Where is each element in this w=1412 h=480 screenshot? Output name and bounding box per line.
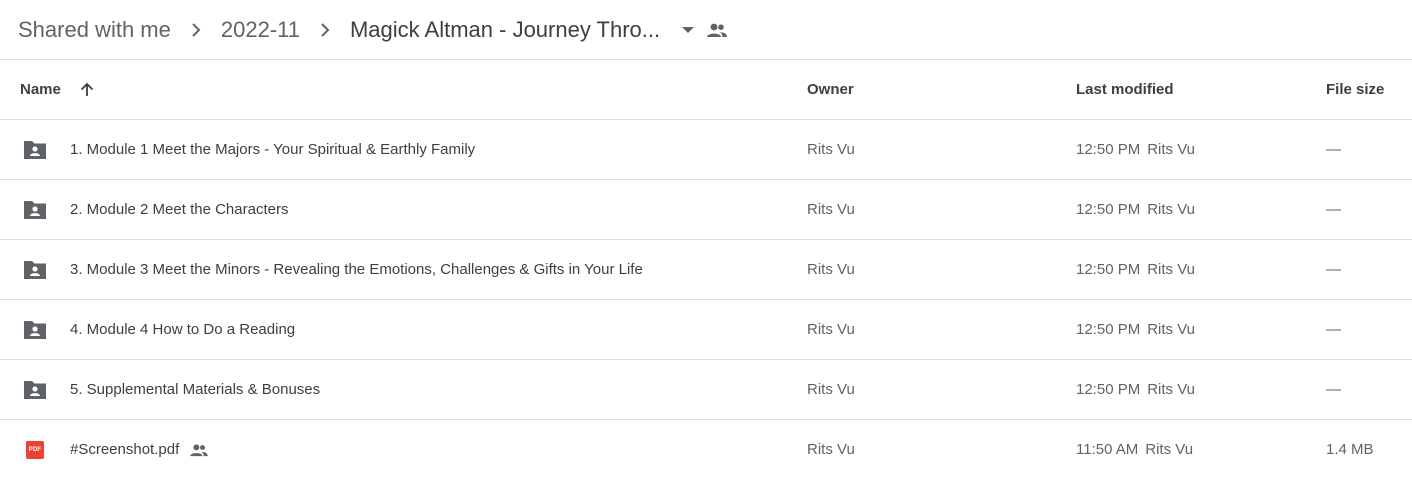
modified-by: Rits Vu — [1147, 261, 1196, 278]
table-row[interactable]: 2. Module 2 Meet the Characters Rits Vu … — [0, 180, 1412, 240]
table-row[interactable]: 1. Module 1 Meet the Majors - Your Spiri… — [0, 120, 1412, 180]
column-header-file-size[interactable]: File size — [1326, 60, 1384, 119]
column-header-name[interactable]: Name — [20, 60, 95, 119]
modified-time: 12:50 PM — [1076, 321, 1141, 338]
shared-folder-people-icon — [706, 22, 728, 38]
owner: Rits Vu — [807, 261, 855, 278]
shared-folder-icon — [22, 377, 48, 403]
pdf-icon: PDF — [22, 437, 48, 463]
breadcrumb-2022-11[interactable]: 2022-11 — [221, 13, 300, 47]
file-name: 4. Module 4 How to Do a Reading — [70, 321, 296, 338]
modified-time: 12:50 PM — [1076, 141, 1141, 158]
owner: Rits Vu — [807, 441, 855, 458]
arrow-up-icon[interactable] — [79, 82, 95, 98]
chevron-right-icon — [300, 22, 350, 38]
modified-by: Rits Vu — [1147, 321, 1196, 338]
last-modified: 12:50 PM Rits Vu — [1076, 360, 1195, 419]
file-name: 1. Module 1 Meet the Majors - Your Spiri… — [70, 141, 476, 158]
modified-by: Rits Vu — [1147, 141, 1196, 158]
column-header-row: Name Owner Last modified File size — [0, 60, 1412, 120]
owner: Rits Vu — [807, 381, 855, 398]
shared-folder-icon — [22, 317, 48, 343]
file-name: 3. Module 3 Meet the Minors - Revealing … — [70, 261, 643, 278]
chevron-right-icon — [171, 22, 221, 38]
folder-menu-dropdown[interactable] — [666, 12, 710, 48]
breadcrumb-shared-with-me[interactable]: Shared with me — [18, 13, 171, 47]
file-size: — — [1326, 201, 1341, 218]
modified-time: 12:50 PM — [1076, 201, 1141, 218]
modified-by: Rits Vu — [1147, 381, 1196, 398]
last-modified: 11:50 AM Rits Vu — [1076, 420, 1193, 479]
breadcrumb: Shared with me 2022-11 Magick Altman - J… — [0, 0, 1412, 59]
shared-folder-icon — [22, 257, 48, 283]
people-icon — [189, 443, 209, 457]
modified-time: 11:50 AM — [1076, 441, 1139, 458]
last-modified: 12:50 PM Rits Vu — [1076, 300, 1195, 359]
modified-by: Rits Vu — [1145, 441, 1194, 458]
file-size: — — [1326, 321, 1341, 338]
column-header-last-modified-label: Last modified — [1076, 81, 1174, 98]
last-modified: 12:50 PM Rits Vu — [1076, 180, 1195, 239]
file-size: — — [1326, 261, 1341, 278]
file-size: 1.4 MB — [1326, 441, 1374, 458]
table-row[interactable]: 3. Module 3 Meet the Minors - Revealing … — [0, 240, 1412, 300]
pdf-icon-badge: PDF — [26, 441, 44, 459]
table-row[interactable]: 4. Module 4 How to Do a Reading Rits Vu … — [0, 300, 1412, 360]
file-name-cell: #Screenshot.pdf — [70, 420, 209, 479]
owner: Rits Vu — [807, 201, 855, 218]
shared-folder-icon — [22, 197, 48, 223]
owner: Rits Vu — [807, 321, 855, 338]
file-name: 2. Module 2 Meet the Characters — [70, 201, 289, 218]
table-row[interactable]: 5. Supplemental Materials & Bonuses Rits… — [0, 360, 1412, 420]
file-size: — — [1326, 381, 1341, 398]
column-header-file-size-label: File size — [1326, 81, 1385, 98]
column-header-last-modified[interactable]: Last modified — [1076, 60, 1174, 119]
file-name: 5. Supplemental Materials & Bonuses — [70, 381, 321, 398]
last-modified: 12:50 PM Rits Vu — [1076, 240, 1195, 299]
column-header-owner[interactable]: Owner — [807, 60, 854, 119]
modified-time: 12:50 PM — [1076, 381, 1141, 398]
column-header-name-label: Name — [20, 81, 61, 98]
last-modified: 12:50 PM Rits Vu — [1076, 120, 1195, 179]
modified-time: 12:50 PM — [1076, 261, 1141, 278]
file-size: — — [1326, 141, 1341, 158]
column-header-owner-label: Owner — [807, 81, 854, 98]
breadcrumb-current-folder[interactable]: Magick Altman - Journey Thro... — [350, 13, 660, 47]
file-name: #Screenshot.pdf — [70, 441, 180, 458]
table-row[interactable]: PDF #Screenshot.pdf Rits Vu 11:50 AM Rit… — [0, 420, 1412, 480]
owner: Rits Vu — [807, 141, 855, 158]
modified-by: Rits Vu — [1147, 201, 1196, 218]
shared-folder-icon — [22, 137, 48, 163]
caret-down-icon — [682, 26, 695, 33]
